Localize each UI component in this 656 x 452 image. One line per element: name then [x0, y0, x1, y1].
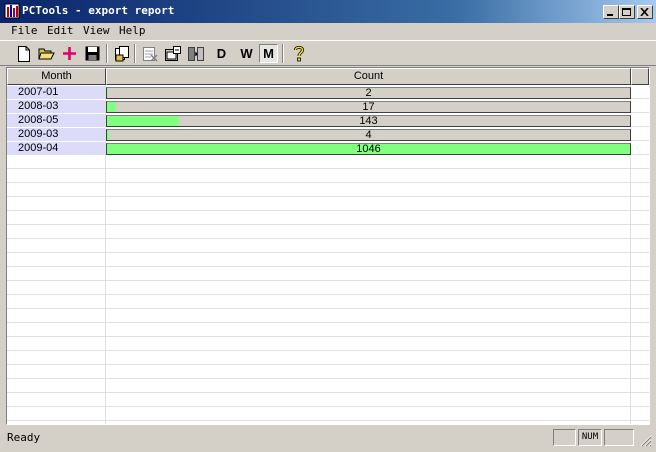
status-bar: Ready NUM: [0, 427, 656, 452]
help-button[interactable]: [289, 44, 308, 63]
toolbar: D W M: [0, 40, 656, 66]
open-icon: [38, 48, 55, 60]
month-cell[interactable]: 2008-03: [7, 100, 105, 113]
month-cell[interactable]: 2007-01: [7, 86, 105, 99]
report-grid[interactable]: Month Count 2007-01 2 2008-03 17 2008-05 143 2…: [6, 67, 650, 425]
day-label: D: [216, 46, 227, 61]
column-header-month[interactable]: Month: [7, 68, 106, 85]
week-view-button[interactable]: W: [237, 44, 256, 63]
count-value: 2: [365, 87, 372, 99]
week-label: W: [240, 46, 253, 61]
count-value: 17: [362, 101, 375, 113]
month-view-button[interactable]: M: [259, 44, 278, 63]
minimize-icon: [607, 14, 613, 16]
status-text: Ready: [7, 431, 41, 444]
app-icon[interactable]: [4, 3, 20, 19]
copy-icon: [114, 45, 129, 61]
column-header-count[interactable]: Count: [106, 68, 631, 85]
save-icon: [85, 46, 100, 61]
properties-icon: [164, 45, 181, 61]
count-value: 4: [365, 129, 372, 141]
day-view-button[interactable]: D: [212, 44, 231, 63]
add-icon: [63, 47, 76, 60]
count-bar[interactable]: 4: [106, 129, 631, 141]
month-cell[interactable]: 2009-03: [7, 128, 105, 141]
menu-file[interactable]: File: [11, 24, 38, 37]
properties-button[interactable]: [163, 44, 182, 63]
copy-button[interactable]: [112, 44, 131, 63]
open-button[interactable]: [37, 44, 56, 63]
column-header-filler: [631, 68, 649, 85]
month-label: M: [263, 46, 274, 61]
menu-bar: File Edit View Help: [0, 23, 656, 40]
status-pane-1: [553, 429, 576, 446]
status-pane-3: [604, 429, 634, 446]
close-button[interactable]: [637, 5, 653, 19]
window-title: PCTools - export report: [22, 4, 175, 17]
count-value: 1046: [356, 143, 381, 155]
help-icon: [293, 45, 304, 62]
count-value: 143: [359, 115, 378, 127]
count-bar[interactable]: 2: [106, 87, 631, 99]
save-button[interactable]: [83, 44, 102, 63]
columns-icon: [187, 46, 204, 61]
resize-grip-icon[interactable]: [640, 435, 652, 447]
menu-edit[interactable]: Edit: [47, 24, 74, 37]
num-indicator: NUM: [578, 429, 602, 446]
filter-icon: [142, 46, 158, 62]
close-icon: [640, 8, 649, 16]
count-bar[interactable]: 143: [106, 115, 631, 127]
maximize-button[interactable]: [619, 5, 635, 19]
menu-help[interactable]: Help: [119, 24, 146, 37]
minimize-button[interactable]: [603, 5, 619, 19]
new-button[interactable]: [14, 44, 33, 63]
new-icon: [17, 45, 30, 62]
count-bar[interactable]: 17: [106, 101, 631, 113]
month-cell[interactable]: 2008-05: [7, 114, 105, 127]
title-bar[interactable]: PCTools - export report: [0, 0, 656, 23]
count-bar[interactable]: 1046: [106, 143, 631, 155]
columns-button[interactable]: [186, 44, 205, 63]
add-button[interactable]: [60, 44, 79, 63]
month-cell[interactable]: 2009-04: [7, 142, 105, 155]
maximize-icon: [622, 8, 631, 16]
filter-button[interactable]: [140, 44, 159, 63]
menu-view[interactable]: View: [83, 24, 110, 37]
